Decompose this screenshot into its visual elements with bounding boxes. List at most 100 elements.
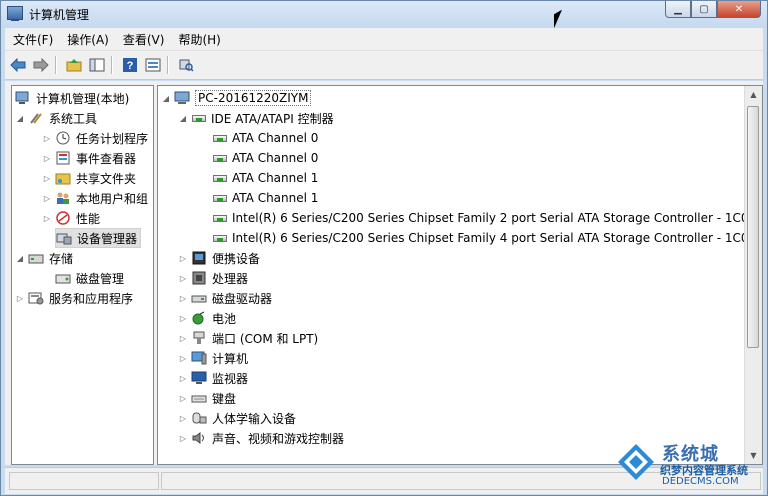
view-icon[interactable] <box>143 55 163 75</box>
expand-arrow-icon[interactable]: ▷ <box>42 174 52 183</box>
device-category[interactable]: ▷ 处理器 <box>178 268 248 288</box>
expand-arrow-icon[interactable]: ▷ <box>178 374 188 383</box>
vertical-scrollbar[interactable]: ▲ ▼ <box>744 86 762 464</box>
device-category[interactable]: ▷ 计算机 <box>178 348 248 368</box>
computer-icon <box>174 91 190 105</box>
svg-text:?: ? <box>127 60 134 72</box>
tree-item-system-tools[interactable]: ◢ 系统工具 <box>15 108 97 128</box>
device-ide-item[interactable]: ATA Channel 1 <box>212 168 318 188</box>
expand-arrow-icon[interactable]: ▷ <box>178 334 188 343</box>
device-ide-item[interactable]: ATA Channel 0 <box>212 148 318 168</box>
tools-icon <box>28 111 44 125</box>
device-category-label: 键盘 <box>212 391 237 406</box>
device-category-ide-label: IDE ATA/ATAPI 控制器 <box>211 111 334 126</box>
device-ide-item-label: Intel(R) 6 Series/C200 Series Chipset Fa… <box>232 211 757 225</box>
device-category[interactable]: ▷ 磁盘驱动器 <box>178 288 272 308</box>
minimize-button[interactable]: ▁ <box>665 1 691 18</box>
hid-icon <box>191 411 207 425</box>
device-category[interactable]: ▷ 声音、视频和游戏控制器 <box>178 428 344 448</box>
tree-label-device-manager: 设备管理器 <box>77 231 138 246</box>
expand-arrow-icon[interactable]: ▷ <box>42 194 52 203</box>
device-manager-icon <box>56 231 72 245</box>
help-icon[interactable]: ? <box>120 55 140 75</box>
device-ide-item[interactable]: Intel(R) 6 Series/C200 Series Chipset Fa… <box>212 208 756 228</box>
device-category-label: 计算机 <box>212 351 249 366</box>
services-icon <box>28 291 44 305</box>
scrollbar-thumb[interactable] <box>747 106 759 348</box>
watermark: 系统城 织梦内容管理系统 DEDECMS.COM <box>612 432 768 496</box>
shared-folder-icon <box>55 171 71 185</box>
up-folder-icon[interactable] <box>64 55 84 75</box>
users-icon <box>55 191 71 205</box>
collapse-arrow-icon[interactable]: ◢ <box>161 94 171 103</box>
computer-icon <box>191 351 207 365</box>
expand-arrow-icon[interactable]: ▷ <box>178 294 188 303</box>
menu-action[interactable]: 操作(A) <box>59 31 115 48</box>
collapse-arrow-icon[interactable]: ◢ <box>15 114 25 123</box>
maximize-button[interactable]: ▢ <box>691 1 717 18</box>
device-root[interactable]: ◢ PC-20161220ZIYM <box>161 88 312 108</box>
expand-arrow-icon[interactable]: ▷ <box>42 214 52 223</box>
expand-arrow-icon[interactable]: ▷ <box>178 354 188 363</box>
expand-arrow-icon[interactable]: ▷ <box>42 134 52 143</box>
tree-item-disk-management[interactable]: 磁盘管理 <box>55 268 124 288</box>
expand-arrow-icon[interactable]: ▷ <box>178 274 188 283</box>
forward-arrow-icon[interactable] <box>31 55 51 75</box>
ide-channel-icon <box>212 132 228 144</box>
back-arrow-icon[interactable] <box>8 55 28 75</box>
device-category[interactable]: ▷ 人体学输入设备 <box>178 408 296 428</box>
menu-file[interactable]: 文件(F) <box>5 31 59 48</box>
device-category[interactable]: ▷ 电池 <box>178 308 236 328</box>
expand-arrow-icon[interactable]: ▷ <box>178 254 188 263</box>
scroll-up-arrow-icon[interactable]: ▲ <box>745 86 762 103</box>
toolbar-separator <box>55 56 57 74</box>
collapse-arrow-icon[interactable]: ◢ <box>15 254 25 263</box>
computer-management-icon <box>15 91 31 105</box>
tree-item-local-users[interactable]: ▷ 本地用户和组 <box>42 188 148 208</box>
tree-item-services-apps[interactable]: ▷ 服务和应用程序 <box>15 288 133 308</box>
expand-arrow-icon[interactable]: ▷ <box>178 314 188 323</box>
expand-arrow-icon[interactable]: ▷ <box>42 154 52 163</box>
ide-channel-icon <box>212 172 228 184</box>
computer-management-window: 计算机管理 ▁ ▢ ✕ 文件(F) 操作(A) 查看(V) 帮助(H) ? 计算… <box>0 0 768 496</box>
collapse-arrow-icon[interactable]: ◢ <box>178 114 188 123</box>
tree-item-performance[interactable]: ▷ 性能 <box>42 208 100 228</box>
watermark-line3: DEDECMS.COM <box>662 476 739 487</box>
tree-label-services-apps: 服务和应用程序 <box>49 291 134 306</box>
sound-icon <box>191 431 207 445</box>
device-ide-item[interactable]: ATA Channel 1 <box>212 188 318 208</box>
device-category[interactable]: ▷ 端口 (COM 和 LPT) <box>178 328 318 348</box>
device-ide-item[interactable]: ATA Channel 0 <box>212 128 318 148</box>
device-ide-item-label: ATA Channel 0 <box>232 151 319 165</box>
processor-icon <box>191 271 207 285</box>
device-category[interactable]: ▷ 键盘 <box>178 388 236 408</box>
tree-item-device-manager[interactable]: 设备管理器 <box>55 228 142 248</box>
tree-item-shared-folders[interactable]: ▷ 共享文件夹 <box>42 168 136 188</box>
expand-arrow-icon[interactable]: ▷ <box>178 394 188 403</box>
scan-hardware-icon[interactable] <box>176 55 196 75</box>
device-category-label: 磁盘驱动器 <box>212 291 273 306</box>
tree-item-storage[interactable]: ◢ 存储 <box>15 248 73 268</box>
close-button[interactable]: ✕ <box>717 1 761 18</box>
show-hide-tree-icon[interactable] <box>87 55 107 75</box>
tree-item-task-scheduler[interactable]: ▷ 任务计划程序 <box>42 128 148 148</box>
storage-icon <box>28 251 44 265</box>
device-category[interactable]: ▷ 监视器 <box>178 368 248 388</box>
device-category-ide[interactable]: ◢ IDE ATA/ATAPI 控制器 <box>178 108 334 128</box>
status-cell <box>9 472 159 490</box>
expand-arrow-icon[interactable]: ▷ <box>15 294 25 303</box>
expand-arrow-icon[interactable]: ▷ <box>178 434 188 443</box>
keyboard-icon <box>191 391 207 405</box>
storage-controller-icon <box>212 212 228 224</box>
title-bar[interactable]: 计算机管理 ▁ ▢ ✕ <box>1 1 767 27</box>
menu-view[interactable]: 查看(V) <box>115 31 171 48</box>
menu-help[interactable]: 帮助(H) <box>170 31 226 48</box>
tree-item-root[interactable]: 计算机管理(本地) <box>15 88 129 108</box>
device-category[interactable]: ▷ 便携设备 <box>178 248 260 268</box>
device-root-label: PC-20161220ZIYM <box>195 90 312 106</box>
device-ide-item[interactable]: Intel(R) 6 Series/C200 Series Chipset Fa… <box>212 228 756 248</box>
tree-item-event-viewer[interactable]: ▷ 事件查看器 <box>42 148 136 168</box>
menu-bar: 文件(F) 操作(A) 查看(V) 帮助(H) <box>5 28 763 51</box>
main-content: 计算机管理(本地) ◢ 系统工具 ▷ 任务计划程序 ▷ 事件查看器 ▷ 共享文件… <box>5 81 763 465</box>
expand-arrow-icon[interactable]: ▷ <box>178 414 188 423</box>
